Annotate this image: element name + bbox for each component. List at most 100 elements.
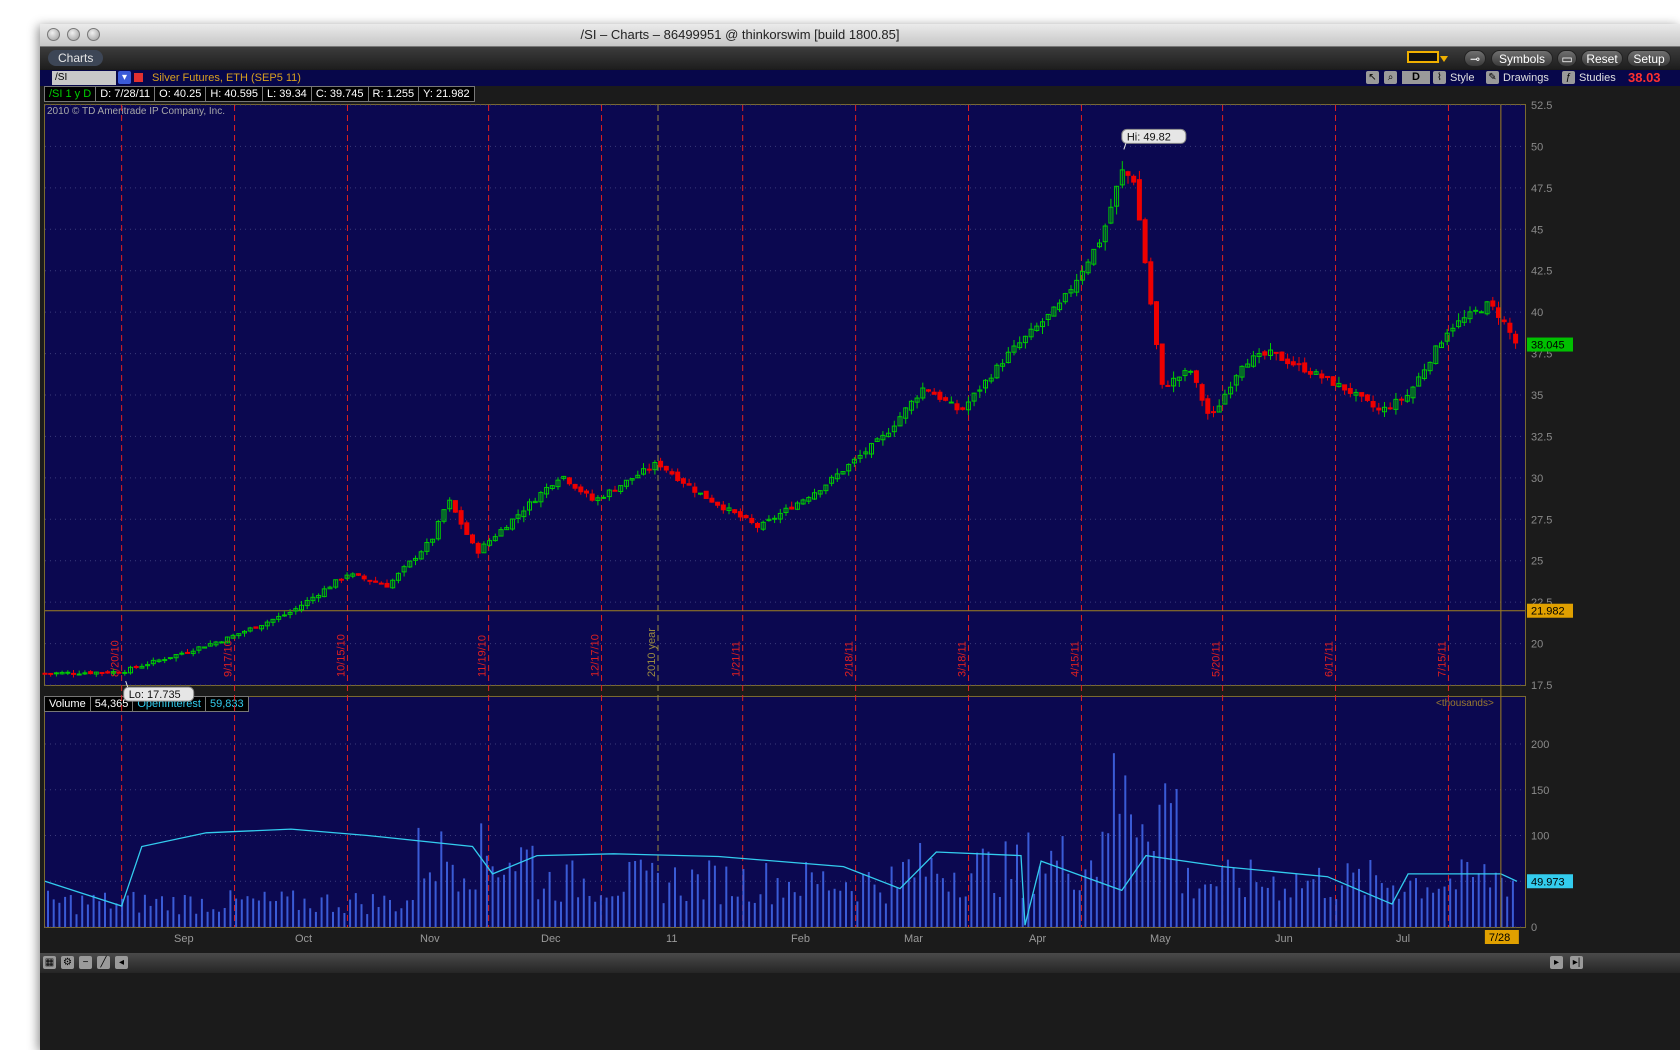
scroll-end-icon[interactable]: ▸|	[1570, 956, 1583, 969]
candle-body	[1188, 370, 1194, 373]
scroll-left-icon[interactable]: ◂	[115, 956, 128, 969]
chart-window: /SI – Charts – 86499951 @ thinkorswim [b…	[40, 24, 1680, 1050]
expiration-label: 10/15/10	[335, 634, 347, 677]
volume-bar	[1095, 876, 1098, 927]
grid-layout-icon[interactable]: ▦	[43, 956, 56, 969]
volume-bar	[685, 900, 688, 927]
volume-bar	[1004, 841, 1007, 927]
candle-body	[1370, 401, 1376, 408]
volume-bar	[1226, 859, 1229, 927]
volume-bar	[936, 873, 939, 927]
volume-bar	[805, 862, 808, 927]
volume-bar	[155, 898, 158, 927]
volume-bar	[303, 898, 306, 927]
chart-canvas[interactable]: 8/20/10 9/17/10 10/15/10 11/19/10 12/17/10 20…	[40, 24, 1680, 954]
line-tool-icon[interactable]: ╱	[97, 956, 110, 969]
candle-body	[720, 504, 726, 511]
volume-bar	[1460, 859, 1463, 927]
price-tick-label: 50	[1531, 141, 1543, 153]
volume-bar	[554, 900, 557, 927]
volume-bar	[1295, 874, 1298, 927]
candle-body	[1490, 300, 1496, 307]
volume-bar	[651, 862, 654, 927]
candle-body	[1296, 363, 1302, 366]
volume-bar	[987, 851, 990, 927]
volume-bar	[1375, 875, 1378, 927]
volume-bar	[1301, 888, 1303, 927]
volume-bar	[309, 908, 312, 927]
volume-bar	[1415, 878, 1417, 927]
volume-bar	[765, 863, 768, 927]
volume-bar	[104, 892, 106, 927]
candle-body	[675, 471, 681, 481]
volume-bar	[924, 876, 927, 927]
volume-bar	[497, 877, 500, 927]
month-label: May	[1150, 933, 1171, 945]
volume-bar	[1443, 886, 1446, 927]
volume-bar	[1409, 880, 1412, 927]
volume-bar	[679, 895, 682, 927]
volume-bar	[1477, 873, 1480, 927]
volume-bar	[691, 869, 694, 927]
lo-annotation-text: Lo: 17.735	[129, 689, 181, 701]
candle-body	[755, 522, 760, 528]
volume-bar	[611, 896, 614, 927]
volume-bar	[759, 894, 762, 927]
volume-bar	[457, 891, 460, 927]
candle-body	[789, 506, 795, 510]
volume-bar	[47, 890, 49, 927]
volume-bar	[993, 893, 996, 927]
volume-bar	[246, 896, 249, 927]
candle-body	[378, 582, 384, 585]
price-tick-label: 17.5	[1531, 680, 1552, 692]
volume-bar	[428, 872, 431, 927]
volume-bar	[964, 896, 967, 927]
volume-bar	[508, 862, 511, 927]
volume-bar	[1449, 878, 1452, 927]
volume-bar	[240, 899, 243, 927]
gear-icon[interactable]: ⚙	[61, 956, 74, 969]
candle-body	[1285, 358, 1291, 365]
volume-bar	[1198, 888, 1201, 927]
candle-body	[1376, 407, 1382, 411]
price-badge-text: 38.045	[1531, 340, 1565, 352]
candle-body	[1193, 370, 1199, 383]
volume-bar	[1101, 831, 1104, 927]
volume-bar	[343, 913, 346, 927]
candle-body	[1359, 392, 1365, 397]
volume-bar	[542, 888, 545, 927]
price-tick-label: 25	[1531, 556, 1543, 568]
volume-bar	[1204, 884, 1207, 927]
volume-bar	[959, 897, 961, 927]
oi-badge: 49.973	[1527, 874, 1573, 889]
volume-bar	[1426, 887, 1429, 927]
volume-bar	[1283, 888, 1286, 927]
volume-bar	[1044, 873, 1047, 927]
volume-bar	[389, 899, 391, 927]
volume-bar	[662, 903, 665, 927]
volume-bar	[366, 914, 369, 927]
scroll-right-icon[interactable]: ▸	[1550, 956, 1563, 969]
date-badge-text: 7/28	[1489, 932, 1510, 944]
expiration-label: 4/15/11	[1069, 641, 1081, 677]
volume-bar	[1420, 898, 1423, 927]
date-badge: 7/28	[1484, 930, 1519, 944]
volume-bar	[446, 861, 448, 927]
volume-bar	[212, 909, 215, 927]
volume-bar	[1278, 900, 1281, 927]
price-badge: 38.045	[1527, 337, 1573, 352]
volume-bar	[862, 874, 865, 927]
volume-bar	[525, 849, 528, 927]
minus-icon[interactable]: −	[79, 956, 92, 969]
volume-bar	[195, 913, 198, 927]
volume-bar	[1437, 888, 1440, 927]
volume-bar	[223, 907, 226, 927]
volume-bar	[902, 861, 904, 927]
volume-bar	[788, 881, 790, 927]
candle-body	[1501, 319, 1507, 323]
candle-body	[475, 542, 481, 554]
candle-body	[367, 579, 373, 582]
volume-bar	[1363, 895, 1366, 927]
volume-bar	[1380, 883, 1383, 927]
volume-bar	[941, 878, 944, 927]
